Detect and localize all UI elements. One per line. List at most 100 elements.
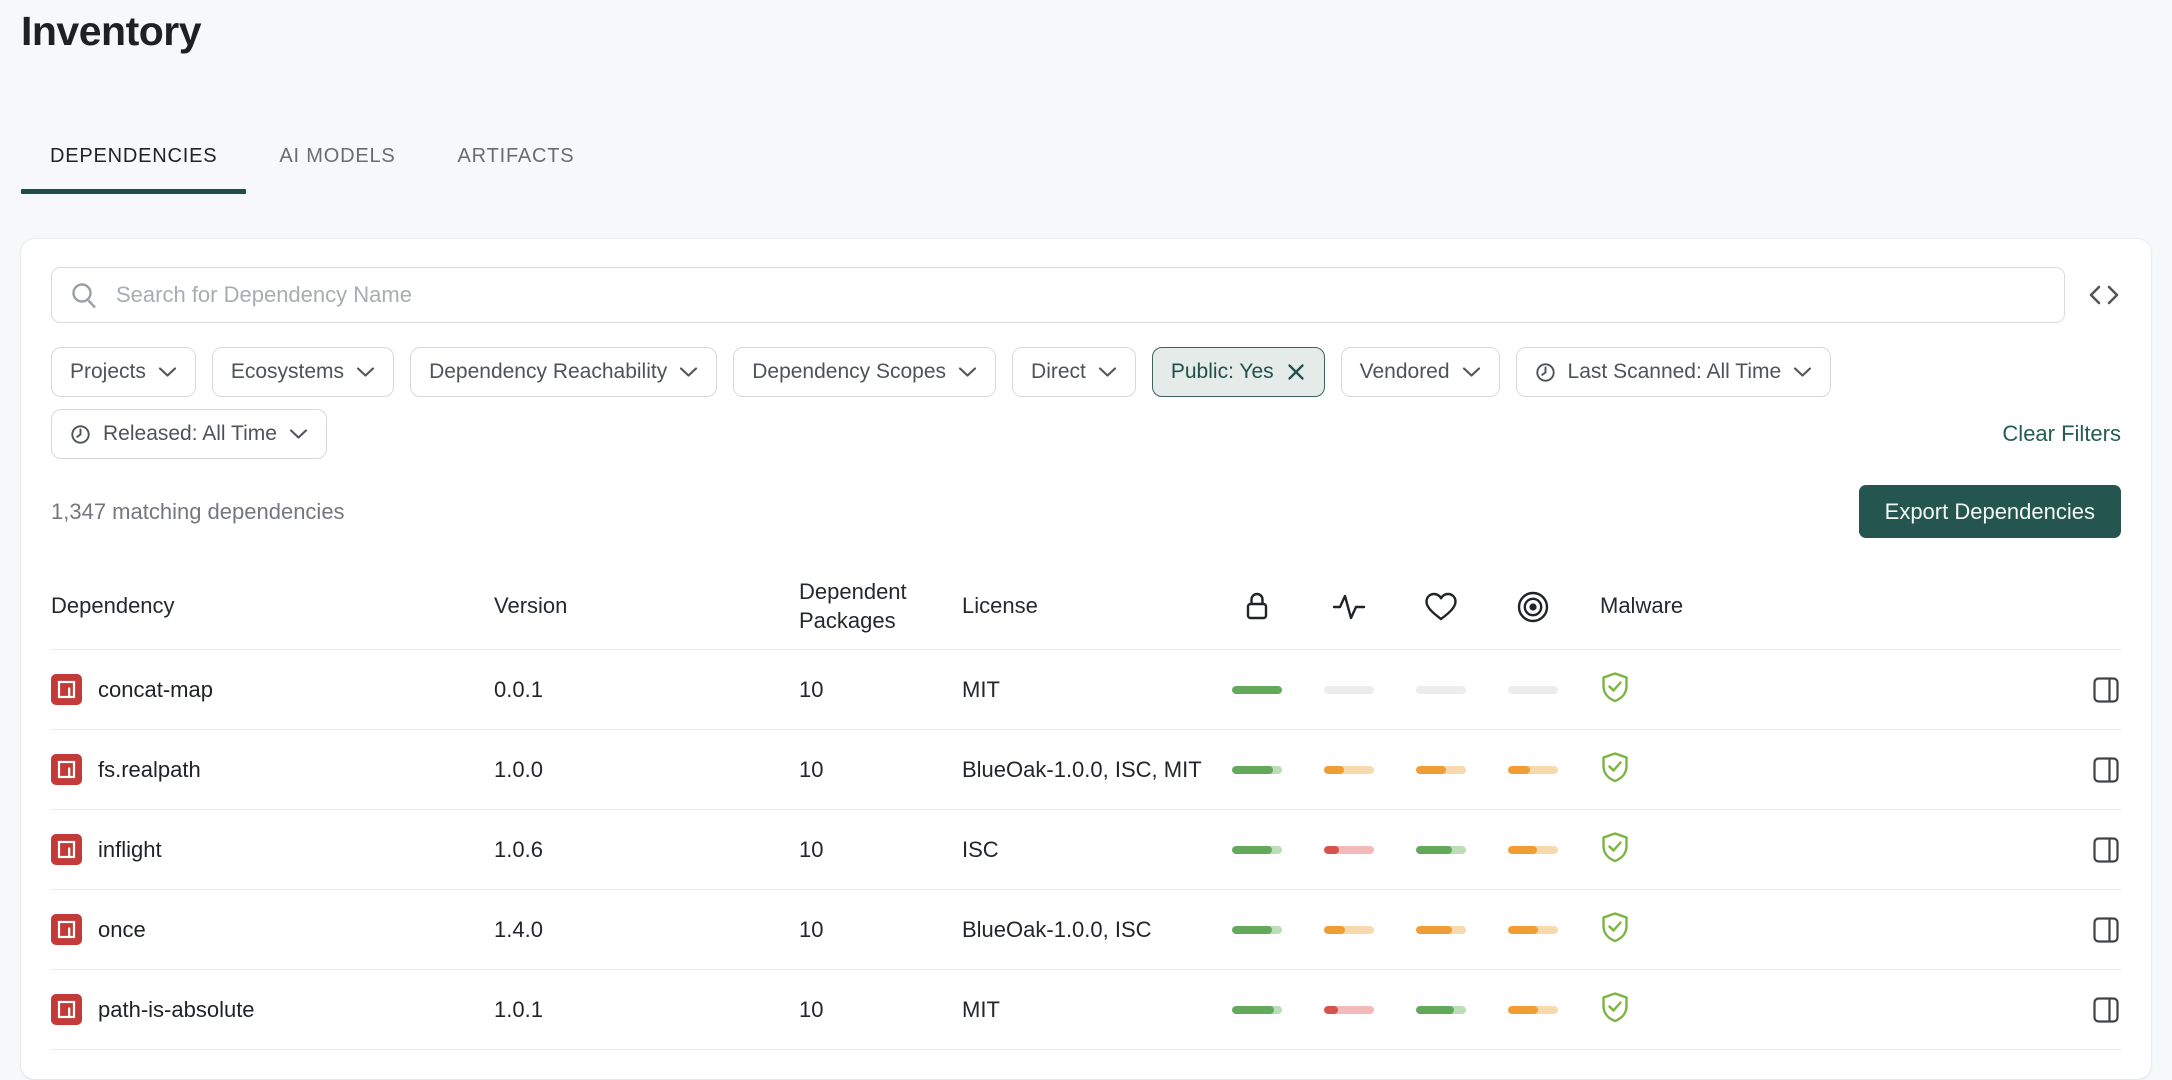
page-title: Inventory [21, 8, 202, 54]
filter-chip-label: Dependency Reachability [429, 360, 668, 383]
dependent-packages-count: 10 [799, 996, 824, 1022]
npm-icon [51, 994, 82, 1025]
remove-filter-icon[interactable] [1286, 362, 1306, 382]
chevron-down-icon [1793, 366, 1812, 378]
lock-icon [1232, 589, 1282, 625]
tab-bar: DEPENDENCIES AI MODELS ARTIFACTS [21, 145, 2151, 194]
shield-check-icon [1600, 671, 1630, 708]
score-bar-security [1232, 925, 1324, 934]
table-row[interactable]: concat-map 0.0.1 10 MIT [51, 650, 2121, 730]
open-side-panel-icon[interactable] [2081, 675, 2121, 705]
npm-icon [51, 914, 82, 945]
dependency-name[interactable]: concat-map [98, 677, 213, 703]
chevron-down-icon [158, 366, 177, 378]
chevron-down-icon [679, 366, 698, 378]
filter-chip-released-all-time[interactable]: Released: All Time [51, 409, 327, 459]
filter-chip-direct[interactable]: Direct [1012, 347, 1136, 397]
filter-chip-public-yes[interactable]: Public: Yes [1151, 347, 1325, 397]
license-value: MIT [962, 996, 1000, 1022]
search-row [51, 267, 2121, 323]
dependent-packages-count: 10 [799, 836, 824, 862]
dependency-name[interactable]: once [98, 917, 146, 943]
col-header-malware: Malware [1600, 593, 1684, 619]
col-header-version: Version [494, 593, 568, 619]
filter-chip-label: Direct [1031, 360, 1086, 383]
filter-chip-dependency-scopes[interactable]: Dependency Scopes [733, 347, 997, 397]
table-body: concat-map 0.0.1 10 MIT fs.realpath 1.0.… [51, 650, 2121, 1050]
filter-chip-last-scanned-all-time[interactable]: Last Scanned: All Time [1515, 347, 1832, 397]
summary-row: 1,347 matching dependencies Export Depen… [51, 485, 2121, 538]
chevron-down-icon [356, 366, 375, 378]
pulse-icon [1324, 590, 1374, 624]
filter-chip-label: Ecosystems [230, 360, 345, 383]
shield-check-icon [1600, 751, 1630, 788]
score-bar-quality [1324, 685, 1416, 694]
score-bar-security [1232, 1005, 1324, 1014]
malware-status [1600, 831, 1730, 868]
score-bar-quality [1324, 925, 1416, 934]
filter-chip-label: Released: All Time [103, 422, 277, 445]
dependency-name[interactable]: fs.realpath [98, 757, 201, 783]
chevron-down-icon [1462, 366, 1481, 378]
table-row[interactable]: fs.realpath 1.0.0 10 BlueOak-1.0.0, ISC,… [51, 730, 2121, 810]
filter-chip-label: Vendored [1359, 360, 1450, 383]
dependency-version: 1.0.1 [494, 996, 543, 1022]
open-side-panel-icon[interactable] [2081, 995, 2121, 1025]
dependency-version: 0.0.1 [494, 676, 543, 702]
inventory-page: Inventory DEPENDENCIES AI MODELS ARTIFACTS… [0, 0, 2172, 1079]
search-input[interactable] [51, 267, 2065, 323]
score-bar-maintenance [1416, 765, 1508, 774]
chevron-down-icon [289, 428, 308, 440]
filter-chip-ecosystems[interactable]: Ecosystems [211, 347, 395, 397]
clock-icon [1535, 362, 1556, 383]
dependencies-table: Dependency Version Dependent Packages Li… [51, 564, 2121, 1050]
table-row[interactable]: path-is-absolute 1.0.1 10 MIT [51, 970, 2121, 1050]
filter-chip-label: Projects [70, 360, 146, 383]
dependency-name[interactable]: path-is-absolute [98, 997, 255, 1023]
clock-icon [70, 424, 91, 445]
score-bar-vulnerability [1508, 925, 1600, 934]
filter-chip-vendored[interactable]: Vendored [1340, 347, 1500, 397]
open-side-panel-icon[interactable] [2081, 755, 2121, 785]
malware-status [1600, 671, 1730, 708]
open-side-panel-icon[interactable] [2081, 835, 2121, 865]
matching-count: 1,347 matching dependencies [51, 498, 345, 524]
search-icon [69, 280, 99, 315]
score-bar-security [1232, 685, 1324, 694]
license-value: ISC [962, 836, 999, 862]
dependent-packages-count: 10 [799, 676, 824, 702]
open-side-panel-icon[interactable] [2081, 915, 2121, 945]
score-bar-vulnerability [1508, 685, 1600, 694]
tab-dependencies[interactable]: DEPENDENCIES [21, 145, 247, 194]
score-bar-security [1232, 765, 1324, 774]
npm-icon [51, 674, 82, 705]
col-header-license: License [962, 593, 1038, 619]
dependency-name[interactable]: inflight [98, 837, 162, 863]
dependency-version: 1.4.0 [494, 916, 543, 942]
filter-chip-row-2: Released: All Time Clear Filters [51, 409, 2121, 459]
table-row[interactable]: inflight 1.0.6 10 ISC [51, 810, 2121, 890]
filter-chip-dependency-reachability[interactable]: Dependency Reachability [410, 347, 718, 397]
score-bar-maintenance [1416, 685, 1508, 694]
search-box [51, 267, 2065, 323]
dependency-version: 1.0.6 [494, 836, 543, 862]
npm-icon [51, 834, 82, 865]
malware-status [1600, 991, 1730, 1028]
score-bar-quality [1324, 765, 1416, 774]
tab-artifacts[interactable]: ARTIFACTS [429, 145, 604, 194]
clear-filters-link[interactable]: Clear Filters [2002, 421, 2121, 447]
dependent-packages-count: 10 [799, 756, 824, 782]
shield-check-icon [1600, 911, 1630, 948]
code-query-icon[interactable] [2087, 280, 2121, 310]
license-value: BlueOak-1.0.0, ISC, MIT [962, 756, 1202, 782]
malware-status [1600, 911, 1730, 948]
npm-icon [51, 754, 82, 785]
score-bar-quality [1324, 1005, 1416, 1014]
score-bar-maintenance [1416, 1005, 1508, 1014]
tab-ai-models[interactable]: AI MODELS [250, 145, 424, 194]
table-row[interactable]: once 1.4.0 10 BlueOak-1.0.0, ISC [51, 890, 2121, 970]
malware-status [1600, 751, 1730, 788]
export-dependencies-button[interactable]: Export Dependencies [1858, 485, 2121, 538]
filter-chip-projects[interactable]: Projects [51, 347, 196, 397]
license-value: BlueOak-1.0.0, ISC [962, 916, 1152, 942]
